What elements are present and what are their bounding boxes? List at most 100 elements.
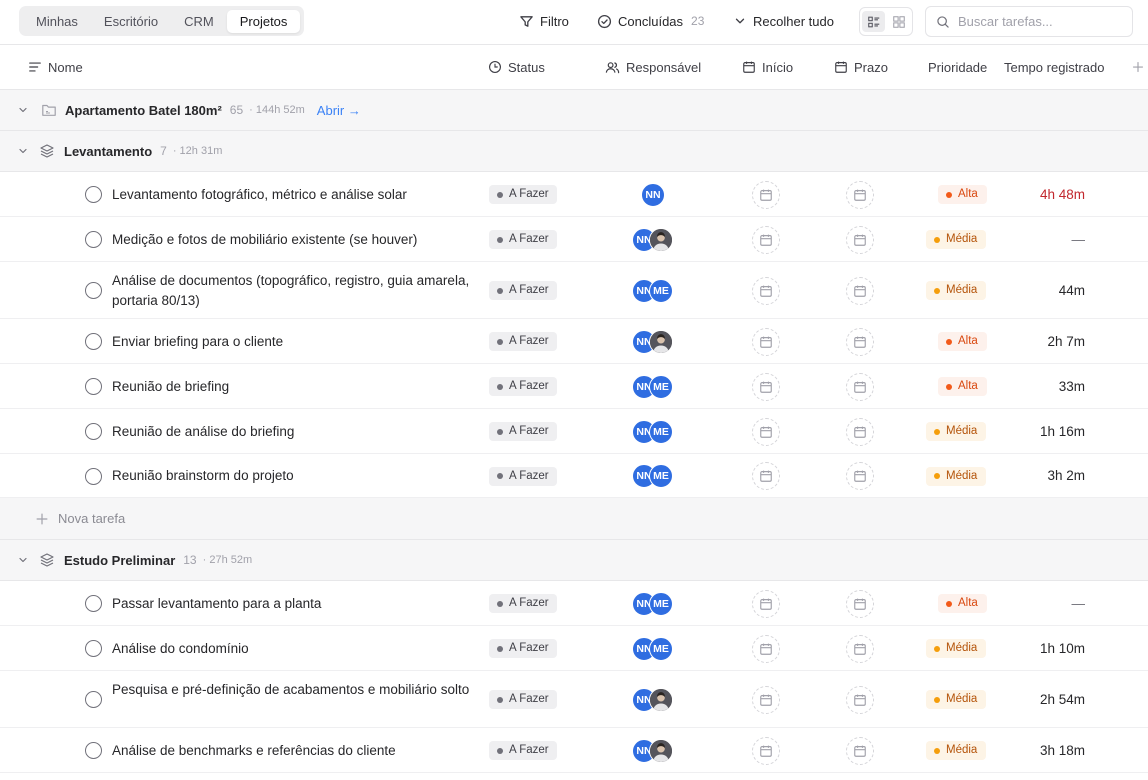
column-name[interactable]: Nome xyxy=(28,45,83,89)
complete-task-checkbox[interactable] xyxy=(85,640,102,657)
project-row[interactable]: Apartamento Batel 180m² 65 · 144h 52m Ab… xyxy=(0,90,1148,131)
start-date-button[interactable] xyxy=(752,225,780,254)
due-date-button[interactable] xyxy=(846,225,874,254)
avatar[interactable]: ME xyxy=(649,636,673,661)
due-date-button[interactable] xyxy=(846,180,874,209)
chevron-down-icon[interactable] xyxy=(17,104,29,116)
due-date-button[interactable] xyxy=(846,462,874,490)
priority-badge[interactable]: Média xyxy=(926,639,987,658)
collapse-all-button[interactable]: Recolher tudo xyxy=(733,12,834,30)
complete-task-checkbox[interactable] xyxy=(85,186,102,203)
task-row[interactable]: Análise do condomínio A Fazer NN ME Média 1h … xyxy=(0,626,1148,671)
status-badge[interactable]: A Fazer xyxy=(489,639,557,658)
task-name[interactable]: Análise de documentos (topográfico, regi… xyxy=(112,271,472,311)
priority-badge[interactable]: Média xyxy=(926,741,987,760)
status-badge[interactable]: A Fazer xyxy=(489,422,557,441)
priority-badge[interactable]: Alta xyxy=(938,377,987,396)
avatar[interactable]: ME xyxy=(649,374,673,399)
task-name[interactable]: Levantamento fotográfico, métrico e anál… xyxy=(112,185,472,205)
grid-view-button[interactable] xyxy=(887,11,910,32)
status-badge[interactable]: A Fazer xyxy=(489,466,557,486)
priority-badge[interactable]: Média xyxy=(926,690,987,709)
avatar[interactable]: ME xyxy=(649,278,673,303)
avatar[interactable]: NN xyxy=(641,182,665,207)
start-date-button[interactable] xyxy=(752,180,780,209)
start-date-button[interactable] xyxy=(752,372,780,401)
complete-task-checkbox[interactable] xyxy=(85,378,102,395)
status-badge[interactable]: A Fazer xyxy=(489,185,557,204)
start-date-button[interactable] xyxy=(752,462,780,490)
avatar[interactable]: ME xyxy=(649,591,673,616)
avatar[interactable]: ME xyxy=(649,419,673,444)
task-name[interactable]: Reunião brainstorm do projeto xyxy=(112,466,472,486)
due-date-button[interactable] xyxy=(846,372,874,401)
due-date-button[interactable] xyxy=(846,276,874,305)
task-row[interactable]: Reunião brainstorm do projeto A Fazer NN ME… xyxy=(0,454,1148,498)
task-name[interactable]: Passar levantamento para a planta xyxy=(112,594,472,614)
column-priority[interactable]: Prioridade xyxy=(928,45,987,89)
task-name[interactable]: Pesquisa e pré-definição de acabamentos … xyxy=(112,680,472,700)
open-project-link[interactable]: Abrir → xyxy=(317,103,361,118)
priority-badge[interactable]: Alta xyxy=(938,594,987,613)
complete-task-checkbox[interactable] xyxy=(85,467,102,485)
task-row[interactable]: Análise de benchmarks e referências do c… xyxy=(0,728,1148,773)
status-badge[interactable]: A Fazer xyxy=(489,741,557,760)
status-badge[interactable]: A Fazer xyxy=(489,281,557,300)
priority-badge[interactable]: Média xyxy=(926,466,987,486)
task-name[interactable]: Análise de benchmarks e referências do c… xyxy=(112,741,472,761)
task-row[interactable]: Medição e fotos de mobiliário existente … xyxy=(0,217,1148,262)
avatar-photo[interactable] xyxy=(649,738,673,763)
tab-crm[interactable]: CRM xyxy=(171,10,227,33)
due-date-button[interactable] xyxy=(846,589,874,618)
column-due[interactable]: Prazo xyxy=(834,45,888,89)
task-row[interactable]: Pesquisa e pré-definição de acabamentos … xyxy=(0,671,1148,728)
task-name[interactable]: Reunião de análise do briefing xyxy=(112,422,472,442)
priority-badge[interactable]: Alta xyxy=(938,185,987,204)
list-view-button[interactable] xyxy=(862,11,885,32)
start-date-button[interactable] xyxy=(752,589,780,618)
chevron-down-icon[interactable] xyxy=(17,554,29,566)
chevron-down-icon[interactable] xyxy=(17,145,29,157)
status-badge[interactable]: A Fazer xyxy=(489,594,557,613)
due-date-button[interactable] xyxy=(846,685,874,714)
complete-task-checkbox[interactable] xyxy=(85,282,102,299)
avatar-photo[interactable] xyxy=(649,227,673,252)
due-date-button[interactable] xyxy=(846,736,874,765)
column-start[interactable]: Início xyxy=(742,45,793,89)
new-task-row[interactable]: Nova tarefa xyxy=(0,498,1148,540)
tab-escritorio[interactable]: Escritório xyxy=(91,10,171,33)
task-row[interactable]: Análise de documentos (topográfico, regi… xyxy=(0,262,1148,319)
task-row[interactable]: Enviar briefing para o cliente A Fazer NN A… xyxy=(0,319,1148,364)
priority-badge[interactable]: Alta xyxy=(938,332,987,351)
search-input[interactable] xyxy=(958,14,1118,29)
complete-task-checkbox[interactable] xyxy=(85,423,102,440)
add-column-button[interactable] xyxy=(1132,45,1144,89)
start-date-button[interactable] xyxy=(752,327,780,356)
status-badge[interactable]: A Fazer xyxy=(489,332,557,351)
complete-task-checkbox[interactable] xyxy=(85,231,102,248)
start-date-button[interactable] xyxy=(752,736,780,765)
start-date-button[interactable] xyxy=(752,417,780,446)
complete-task-checkbox[interactable] xyxy=(85,742,102,759)
tab-projetos[interactable]: Projetos xyxy=(226,9,301,33)
task-row[interactable]: Reunião de análise do briefing A Fazer NN M… xyxy=(0,409,1148,454)
task-name[interactable]: Enviar briefing para o cliente xyxy=(112,332,472,352)
avatar-photo[interactable] xyxy=(649,329,673,354)
start-date-button[interactable] xyxy=(752,685,780,714)
column-assignee[interactable]: Responsável xyxy=(605,45,701,89)
completed-toggle[interactable]: Concluídas 23 xyxy=(597,12,704,30)
column-status[interactable]: Status xyxy=(488,45,545,89)
section-row[interactable]: Estudo Preliminar 13 · 27h 52m xyxy=(0,540,1148,581)
due-date-button[interactable] xyxy=(846,417,874,446)
status-badge[interactable]: A Fazer xyxy=(489,690,557,709)
start-date-button[interactable] xyxy=(752,276,780,305)
priority-badge[interactable]: Média xyxy=(926,281,987,300)
task-row[interactable]: Levantamento fotográfico, métrico e anál… xyxy=(0,172,1148,217)
column-time[interactable]: Tempo registrado xyxy=(1004,45,1104,89)
priority-badge[interactable]: Média xyxy=(926,422,987,441)
task-name[interactable]: Análise do condomínio xyxy=(112,639,472,659)
task-row[interactable]: Passar levantamento para a planta A Fazer… xyxy=(0,581,1148,626)
section-row[interactable]: Levantamento 7 · 12h 31m xyxy=(0,131,1148,172)
avatar[interactable]: ME xyxy=(649,464,673,488)
start-date-button[interactable] xyxy=(752,634,780,663)
